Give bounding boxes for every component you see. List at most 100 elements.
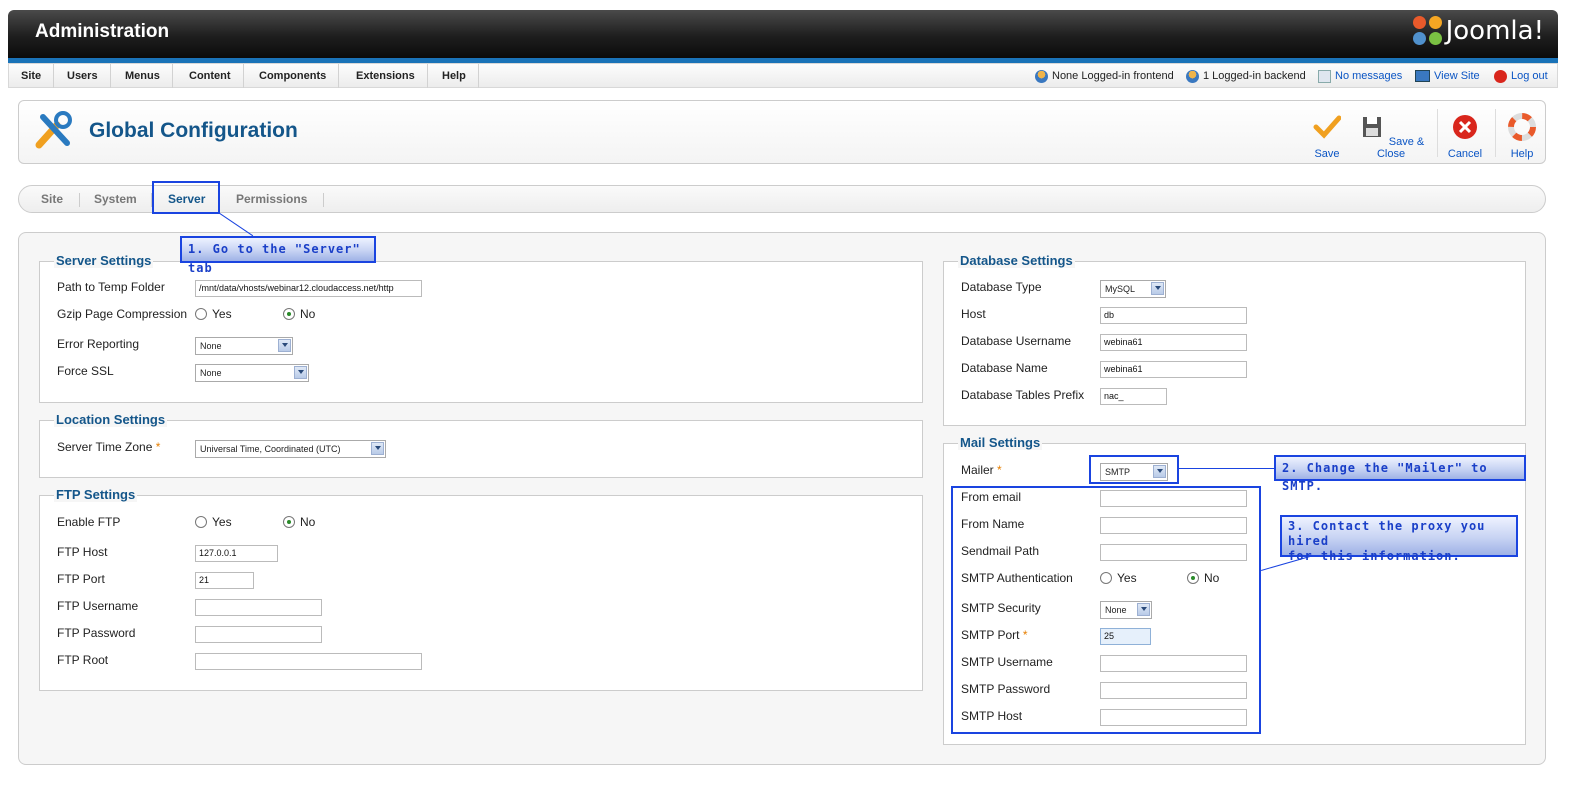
server-tab-highlight <box>152 181 220 214</box>
status-frontend: None Logged-in frontend <box>1035 64 1174 88</box>
gzip-label: Gzip Page Compression <box>57 307 188 321</box>
ftp-username-label: FTP Username <box>57 599 139 613</box>
ftp-root-label: FTP Root <box>57 653 109 667</box>
monitor-icon <box>1415 70 1430 82</box>
tab-divider <box>323 193 324 207</box>
status-backend-label: 1 Logged-in backend <box>1203 70 1306 82</box>
ftp-yes-radio[interactable]: Yes <box>195 515 232 529</box>
tools-icon <box>35 111 72 149</box>
page-title: Global Configuration <box>89 119 298 142</box>
database-type-value: MySQL <box>1105 284 1136 294</box>
database-name-label: Database Name <box>961 361 1048 375</box>
main-menu-bar: Site Users Menus Content Components Exte… <box>8 63 1558 88</box>
radio-icon <box>195 516 207 528</box>
server-settings-legend: Server Settings <box>54 253 154 268</box>
mailer-label: Mailer * <box>961 463 1002 477</box>
database-type-select[interactable]: MySQL <box>1100 280 1166 298</box>
ftp-port-input[interactable]: 21 <box>195 572 254 589</box>
chevron-down-icon <box>371 442 384 455</box>
menu-extensions[interactable]: Extensions <box>344 64 428 88</box>
time-zone-select[interactable]: Universal Time, Coordinated (UTC) <box>195 440 386 458</box>
gzip-no-radio[interactable]: No <box>283 307 315 321</box>
gzip-yes-label: Yes <box>212 307 232 321</box>
ftp-no-radio[interactable]: No <box>283 515 315 529</box>
smtp-fields-highlight <box>951 486 1261 734</box>
checkmark-icon <box>1313 115 1342 139</box>
enable-ftp-label: Enable FTP <box>57 515 121 529</box>
ftp-root-input[interactable] <box>195 653 422 670</box>
ftp-host-input[interactable]: 127.0.0.1 <box>195 545 278 562</box>
server-settings-fieldset: Server Settings Path to Temp Folder /mnt… <box>39 253 923 403</box>
joomla-logo[interactable]: Joomla! <box>1412 16 1544 46</box>
joomla-logo-text: Joomla! <box>1445 16 1544 46</box>
database-name-input[interactable]: webina61 <box>1100 361 1247 378</box>
location-settings-legend: Location Settings <box>54 412 168 427</box>
save-button[interactable]: Save <box>1309 113 1345 160</box>
user-icon <box>1035 69 1048 83</box>
database-username-label: Database Username <box>961 334 1072 348</box>
error-reporting-select[interactable]: None <box>195 337 293 355</box>
cancel-label: Cancel <box>1447 148 1483 160</box>
ftp-settings-legend: FTP Settings <box>54 487 138 502</box>
messages-link[interactable]: No messages <box>1318 64 1402 88</box>
database-host-label: Host <box>961 307 986 321</box>
temp-folder-input[interactable]: /mnt/data/vhosts/webinar12.cloudaccess.n… <box>195 280 422 297</box>
time-zone-value: Universal Time, Coordinated (UTC) <box>200 444 341 454</box>
callout-step3-line1: 3. Contact the proxy you hired <box>1288 519 1486 548</box>
toolbar-divider <box>1495 109 1496 157</box>
callout-step3: 3. Contact the proxy you hired for this … <box>1280 515 1518 563</box>
view-site-link[interactable]: View Site <box>1415 64 1480 88</box>
callout-step3-line2: for this information. <box>1288 549 1461 563</box>
radio-icon <box>195 308 207 320</box>
radio-selected-icon <box>283 516 295 528</box>
menu-components[interactable]: Components <box>247 64 340 88</box>
logout-link[interactable]: Log out <box>1494 64 1548 88</box>
cancel-button[interactable]: Cancel <box>1445 113 1485 160</box>
menu-help[interactable]: Help <box>430 64 479 88</box>
help-label: Help <box>1510 148 1534 160</box>
database-settings-fieldset: Database Settings Database Type MySQL Ho… <box>943 253 1526 426</box>
database-settings-legend: Database Settings <box>958 253 1075 268</box>
status-frontend-label: None Logged-in frontend <box>1052 70 1174 82</box>
power-icon <box>1494 69 1507 83</box>
joomla-logo-icon <box>1412 16 1443 46</box>
force-ssl-select[interactable]: None <box>195 364 309 382</box>
location-settings-fieldset: Location Settings Server Time Zone * Uni… <box>39 412 923 478</box>
menu-menus[interactable]: Menus <box>113 64 173 88</box>
tab-site[interactable]: Site <box>41 192 63 206</box>
floppy-disk-icon <box>1362 117 1381 137</box>
chevron-down-icon <box>1151 282 1164 295</box>
cancel-icon <box>1453 115 1477 139</box>
chevron-down-icon <box>294 366 307 379</box>
gzip-no-label: No <box>300 307 316 321</box>
mailer-text: Mailer <box>961 463 994 477</box>
menu-users[interactable]: Users <box>55 64 111 88</box>
ftp-username-input[interactable] <box>195 599 322 616</box>
save-close-button[interactable]: Save & Close <box>1355 113 1427 160</box>
envelope-icon <box>1318 69 1331 83</box>
database-host-input[interactable]: db <box>1100 307 1247 324</box>
menu-content[interactable]: Content <box>177 64 244 88</box>
tab-permissions[interactable]: Permissions <box>236 192 307 206</box>
config-tabs: Site System Server Permissions <box>18 185 1546 213</box>
help-button[interactable]: Help <box>1505 113 1539 160</box>
ftp-password-input[interactable] <box>195 626 322 643</box>
mail-settings-legend: Mail Settings <box>958 435 1043 450</box>
gzip-yes-radio[interactable]: Yes <box>195 307 232 321</box>
callout-step2: 2. Change the "Mailer" to SMTP. <box>1274 455 1526 493</box>
view-site-label: View Site <box>1434 70 1480 82</box>
ftp-port-label: FTP Port <box>57 572 105 586</box>
temp-folder-label: Path to Temp Folder <box>57 280 165 294</box>
database-username-input[interactable]: webina61 <box>1100 334 1247 351</box>
database-prefix-input[interactable]: nac_ <box>1100 388 1167 405</box>
ftp-yes-label: Yes <box>212 515 232 529</box>
tab-system[interactable]: System <box>94 192 137 206</box>
menu-site[interactable]: Site <box>9 64 55 88</box>
lifebuoy-icon <box>1508 113 1536 141</box>
chevron-down-icon <box>278 339 291 352</box>
toolbar-divider <box>1437 109 1438 157</box>
callout-connector <box>1179 468 1274 469</box>
required-marker: * <box>155 440 161 454</box>
force-ssl-value: None <box>200 368 222 378</box>
ftp-host-label: FTP Host <box>57 545 108 559</box>
